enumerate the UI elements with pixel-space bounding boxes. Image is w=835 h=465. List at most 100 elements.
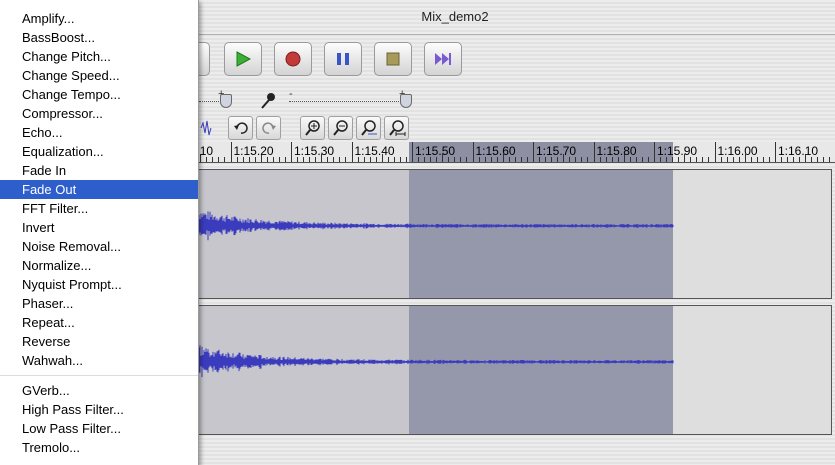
effect-menu: Amplify... BassBoost... Change Pitch... Cha… <box>0 0 199 465</box>
menu-item-tremolo[interactable]: Tremolo... <box>0 438 198 457</box>
ruler-minor-tick <box>460 157 462 162</box>
ruler-minor-tick <box>405 157 407 162</box>
ruler-minor-tick <box>823 157 825 162</box>
menu-item-compressor[interactable]: Compressor... <box>0 104 198 123</box>
ruler-minor-tick <box>224 157 226 162</box>
zoom-in-button[interactable] <box>300 116 325 140</box>
audio-track-right[interactable] <box>196 305 832 435</box>
redo-icon <box>261 122 276 134</box>
ruler-minor-tick <box>708 157 710 162</box>
ruler-tick <box>714 142 716 162</box>
pause-button[interactable] <box>324 42 362 76</box>
input-volume-thumb[interactable] <box>400 94 412 108</box>
menu-item-echo[interactable]: Echo... <box>0 123 198 142</box>
menu-item-bassboost[interactable]: BassBoost... <box>0 28 198 47</box>
menu-item-invert[interactable]: Invert <box>0 218 198 237</box>
ruler-minor-tick <box>762 157 764 162</box>
ruler-tick <box>654 142 655 162</box>
ruler-minor-tick <box>581 157 583 162</box>
menu-item-nyquist-prompt[interactable]: Nyquist Prompt... <box>0 275 198 294</box>
ruler-minor-tick <box>520 157 522 162</box>
trim-button[interactable] <box>199 116 213 140</box>
menu-item-gverb[interactable]: GVerb... <box>0 381 198 400</box>
ruler-minor-tick <box>647 157 649 162</box>
undo-button[interactable] <box>228 116 253 140</box>
menu-item-fade-out[interactable]: Fade Out <box>0 180 198 199</box>
ruler-minor-tick <box>587 157 589 162</box>
menu-item-normalize[interactable]: Normalize... <box>0 256 198 275</box>
record-button[interactable] <box>274 42 312 76</box>
ruler-minor-tick <box>218 157 220 162</box>
menu-item-equalization[interactable]: Equalization... <box>0 142 198 161</box>
menu-separator <box>0 375 198 376</box>
ruler-tick <box>533 142 534 162</box>
ruler-label: 1:15.90 <box>657 144 698 158</box>
menu-item-low-pass-filter[interactable]: Low Pass Filter... <box>0 419 198 438</box>
ruler-label: 1:15.20 <box>233 144 274 158</box>
menu-item-change-pitch[interactable]: Change Pitch... <box>0 47 198 66</box>
ruler-label: 1:15.60 <box>475 144 516 158</box>
menu-item-repeat[interactable]: Repeat... <box>0 313 198 332</box>
ruler-label: 1:16.00 <box>717 144 758 158</box>
menu-item-phaser[interactable]: Phaser... <box>0 294 198 313</box>
fit-selection-button[interactable] <box>356 116 381 140</box>
ruler-minor-tick <box>345 157 347 162</box>
menu-item-fade-in[interactable]: Fade In <box>0 161 198 180</box>
ruler-tick <box>351 142 353 162</box>
play-button[interactable] <box>224 42 262 76</box>
menu-item-high-pass-filter[interactable]: High Pass Filter... <box>0 400 198 419</box>
waveform-right <box>197 345 674 378</box>
output-volume-thumb[interactable] <box>220 94 232 108</box>
pause-icon <box>337 53 349 65</box>
ruler-minor-tick <box>702 157 704 162</box>
fit-project-icon <box>388 120 405 136</box>
menu-item-noise-removal[interactable]: Noise Removal... <box>0 237 198 256</box>
skip-end-icon <box>435 53 451 65</box>
menu-item-amplify[interactable]: Amplify... <box>0 9 198 28</box>
ruler-minor-tick <box>466 157 468 162</box>
ruler-tick <box>412 142 413 162</box>
waveform-path <box>197 345 674 378</box>
ruler-minor-tick <box>829 157 831 162</box>
ruler-minor-tick <box>641 157 643 162</box>
redo-button[interactable] <box>256 116 281 140</box>
audio-track-left[interactable] <box>196 169 832 299</box>
ruler-label: 1:15.40 <box>354 144 395 158</box>
record-icon <box>285 51 301 67</box>
waveform-icon <box>200 120 212 136</box>
menu-item-reverse[interactable]: Reverse <box>0 332 198 351</box>
ruler-tick <box>593 142 595 162</box>
ruler-minor-tick <box>526 157 528 162</box>
ruler-minor-tick <box>768 157 770 162</box>
menu-item-change-tempo[interactable]: Change Tempo... <box>0 85 198 104</box>
input-volume-minus: - <box>289 88 293 100</box>
waveform-left <box>197 211 674 241</box>
ruler-label: 1:15.80 <box>596 144 637 158</box>
zoom-out-button[interactable] <box>328 116 353 140</box>
window-title: Mix_demo2 <box>421 9 489 24</box>
play-icon <box>236 51 252 67</box>
ruler-label: 1:16.10 <box>778 144 819 158</box>
skip-end-button[interactable] <box>424 42 462 76</box>
ruler-label: 1:15.30 <box>294 144 335 158</box>
ruler-minor-tick <box>278 157 280 162</box>
ruler-tick <box>230 142 232 162</box>
fit-project-button[interactable] <box>384 116 409 140</box>
ruler-minor-tick <box>284 157 286 162</box>
input-volume-slider[interactable] <box>289 101 407 103</box>
zoom-out-icon <box>332 120 348 136</box>
stop-icon <box>386 52 400 66</box>
undo-icon <box>233 122 248 134</box>
ruler-tick <box>291 142 292 162</box>
menu-item-change-speed[interactable]: Change Speed... <box>0 66 198 85</box>
fit-selection-icon <box>360 120 377 136</box>
menu-item-wahwah[interactable]: Wahwah... <box>0 351 198 370</box>
stop-button[interactable] <box>374 42 412 76</box>
ruler-tick <box>775 142 776 162</box>
microphone-icon <box>261 93 275 109</box>
zoom-in-icon <box>304 120 320 136</box>
menu-item-fft-filter[interactable]: FFT Filter... <box>0 199 198 218</box>
ruler-tick <box>472 142 474 162</box>
ruler-minor-tick <box>339 157 341 162</box>
ruler-label: 1:15.50 <box>415 144 456 158</box>
